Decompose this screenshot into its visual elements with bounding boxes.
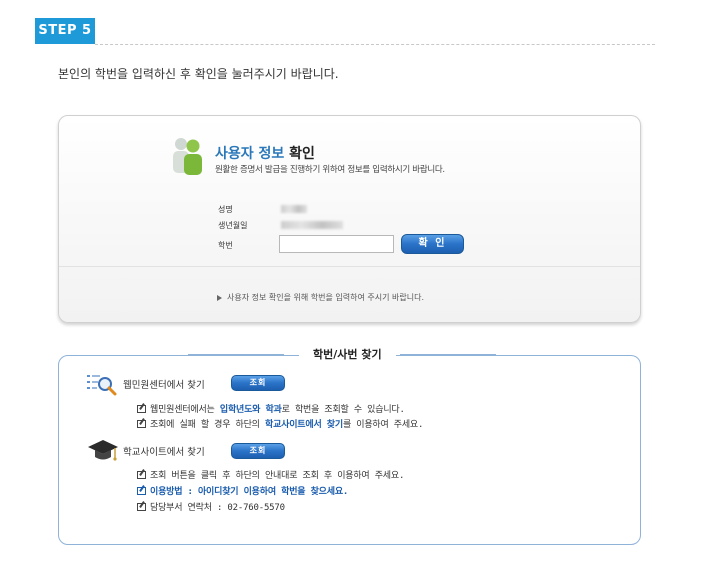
web-line2-post: 를 이용하여 주세요.	[342, 420, 424, 430]
web-center-heading: 웹민원센터에서 찾기	[123, 380, 205, 391]
school-site-lookup-button[interactable]: 조회	[231, 443, 285, 459]
web-line1-post: 로 학번을 조회할 수 있습니다.	[281, 405, 405, 415]
pencil-note-icon	[137, 503, 146, 511]
student-id-label: 학번	[218, 241, 233, 250]
triangle-right-icon	[217, 294, 222, 301]
graduation-cap-icon	[88, 440, 118, 461]
verify-title-dark: 확인	[284, 146, 315, 162]
school-line3-text: 담당부서 연락처 : 02-760-5570	[150, 503, 285, 513]
title-rule-left	[189, 355, 240, 356]
school-site-heading: 학교사이트에서 찾기	[123, 447, 205, 458]
school-line1-text: 조회 버튼을 클릭 후 하단의 안내대로 조회 후 이용하여 주세요.	[150, 471, 405, 481]
panel-divider	[59, 266, 640, 267]
name-label: 성명	[218, 205, 233, 214]
web-line2-pre: 조회에 실패 할 경우 하단의	[150, 420, 265, 430]
verify-note-text: 사용자 정보 확인을 위해 학번을 입력하여 주시기 바랍니다.	[227, 293, 424, 302]
find-id-title: 학번/사번 찾기	[299, 346, 396, 362]
step-badge: STEP 5	[35, 18, 95, 44]
web-line2-hl: 학교사이트에서 찾기	[264, 420, 343, 430]
confirm-button[interactable]: 확 인	[401, 234, 464, 254]
pencil-note-icon	[137, 420, 146, 428]
find-title-rule-right	[400, 354, 496, 355]
school-line-3: 담당부서 연락처 : 02-760-5570	[137, 500, 285, 513]
name-value-blurred	[281, 205, 307, 213]
pencil-note-icon	[137, 471, 146, 479]
step-divider	[95, 44, 655, 45]
web-line1-hl: 입학년도와 학과	[219, 405, 282, 415]
user-verify-panel: 사용자 정보 확인 원활한 증명서 발급을 진행하기 위하여 정보를 입력하시기…	[58, 115, 641, 323]
web-center-lookup-button[interactable]: 조회	[231, 375, 285, 391]
verify-note: 사용자 정보 확인을 위해 학번을 입력하여 주시기 바랍니다.	[217, 292, 424, 303]
verify-subtitle: 원활한 증명서 발급을 진행하기 위하여 정보를 입력하시기 바랍니다.	[215, 165, 445, 175]
student-id-input[interactable]	[279, 235, 394, 253]
birth-value-blurred	[281, 221, 343, 229]
verify-title-blue: 사용자 정보	[215, 146, 285, 162]
find-id-title-text: 학번/사번 찾기	[313, 348, 382, 361]
verify-title: 사용자 정보 확인	[215, 143, 315, 163]
pencil-note-icon	[137, 405, 146, 413]
birth-label: 생년월일	[218, 221, 248, 230]
web-center-line-1: 웹민원센터에서는 입학년도와 학과로 학번을 조회할 수 있습니다.	[137, 402, 405, 415]
find-id-panel: 학번/사번 찾기 웹민원센터에서 찾기 조회 웹민원센터에서는 입학년도와 학과…	[58, 346, 641, 545]
search-list-icon	[87, 375, 117, 396]
pencil-note-icon	[137, 487, 146, 495]
school-line-2: 이용방법 : 아이디찾기 이용하여 학번을 찾으세요.	[137, 484, 348, 497]
school-line2-text: 이용방법 : 아이디찾기 이용하여 학번을 찾으세요.	[150, 487, 349, 497]
users-icon	[173, 138, 202, 175]
school-line-1: 조회 버튼을 클릭 후 하단의 안내대로 조회 후 이용하여 주세요.	[137, 468, 404, 481]
find-title-rule-left	[188, 354, 284, 355]
web-center-line-2: 조회에 실패 할 경우 하단의 학교사이트에서 찾기를 이용하여 주세요.	[137, 417, 423, 430]
web-line1-pre: 웹민원센터에서는	[150, 405, 220, 415]
instruction-text: 본인의 학번을 입력하신 후 확인을 눌러주시기 바랍니다.	[58, 67, 339, 81]
